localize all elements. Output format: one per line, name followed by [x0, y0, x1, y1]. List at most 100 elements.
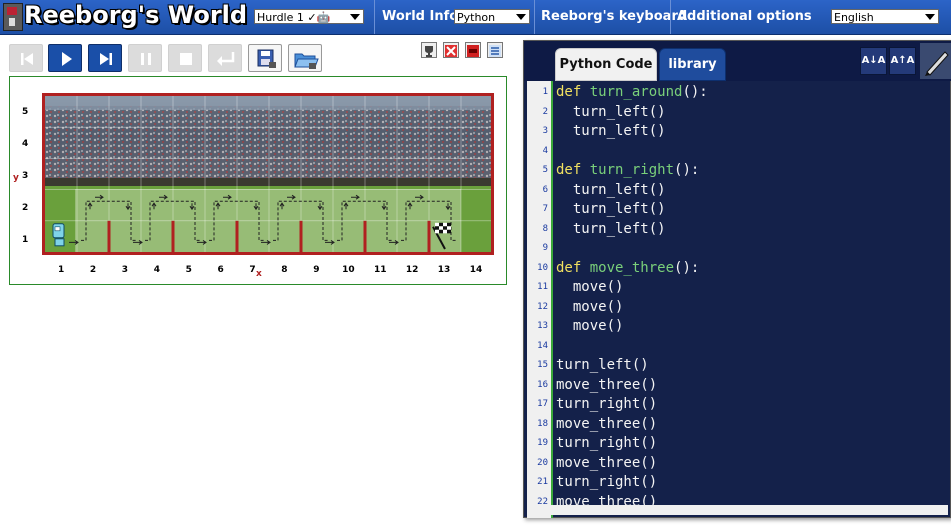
stadium-roof — [45, 96, 491, 110]
menu-divider — [534, 0, 535, 34]
hurdle-wall — [427, 220, 431, 252]
decrease-font-button[interactable]: A↓A — [860, 47, 887, 75]
code-line: turn_left() — [556, 357, 649, 373]
erase-button[interactable] — [443, 42, 459, 58]
code-line: move_three() — [556, 454, 658, 471]
programming-language-select[interactable]: Python — [454, 9, 530, 24]
line-number: 18 — [537, 418, 548, 429]
line-number: 2 — [542, 106, 548, 117]
code-editor-panel: Python Code library A↓A A↑A 1 2 3 4 5 6 7 8 9 10 1… — [523, 40, 951, 518]
reeborg-robot-icon — [52, 223, 65, 247]
hurdle-wall — [363, 220, 367, 252]
reload-button[interactable] — [208, 44, 242, 72]
reeborg-logo-icon — [3, 3, 23, 31]
world-info-link[interactable]: World Info — [382, 9, 458, 24]
flag-square — [443, 229, 447, 234]
step-button[interactable] — [88, 44, 122, 72]
line-number: 14 — [537, 340, 548, 351]
x-tick-label: 1 — [58, 265, 65, 275]
x-tick-label: 8 — [281, 265, 288, 275]
open-file-button[interactable] — [288, 44, 322, 72]
line-number: 21 — [537, 477, 548, 487]
reverse-step-icon — [21, 53, 33, 65]
code-line: def turn_right(): — [556, 162, 699, 178]
code-line: def move_three(): — [556, 260, 699, 276]
run-button[interactable] — [48, 44, 82, 72]
x-tick-label: 6 — [217, 265, 224, 275]
function-name-token: turn_around — [589, 84, 683, 100]
flag-square — [443, 222, 447, 227]
code-line: def turn_around(): — [556, 84, 708, 100]
stadium-crowd — [45, 106, 491, 178]
code-line: turn_left() — [556, 123, 666, 139]
pencil-icon — [925, 51, 949, 76]
x-tick-label: 14 — [469, 265, 483, 275]
x-tick-label: 4 — [153, 265, 160, 275]
pause-button[interactable] — [128, 44, 162, 72]
trophy-button[interactable] — [421, 42, 437, 58]
edit-mode-button[interactable] — [920, 43, 951, 79]
code-line: move_three() — [556, 415, 658, 432]
chevron-down-icon — [516, 14, 526, 20]
world-select-value: Hurdle 1 ✓🤖 — [257, 11, 331, 24]
line-number: 4 — [542, 145, 548, 156]
code-line: turn_right() — [556, 474, 658, 490]
code-line: move() — [556, 298, 624, 315]
code-line: turn_right() — [556, 435, 658, 451]
line-number: 3 — [542, 126, 548, 136]
line-number: 10 — [537, 262, 548, 273]
menu-divider — [670, 0, 671, 34]
save-file-button[interactable] — [248, 44, 282, 72]
code-line: turn_left() — [556, 220, 666, 237]
trophy-icon — [425, 46, 433, 57]
world-canvas[interactable] — [42, 93, 494, 255]
x-tick-label: 10 — [342, 265, 355, 275]
erase-icon — [445, 45, 457, 57]
tab-library[interactable]: library — [659, 48, 726, 81]
reeborg-keyboard-link[interactable]: Reeborg's keyboard — [541, 9, 687, 24]
x-tick-label: 11 — [374, 265, 387, 275]
code-area[interactable]: def turn_around(): turn_left() turn_left… — [553, 81, 949, 505]
hurdle-wall — [171, 220, 175, 252]
code-line: turn_right() — [556, 396, 658, 412]
x-tick-label: 12 — [405, 265, 419, 275]
language-select-value: Python — [457, 11, 496, 24]
robot-eye — [54, 226, 61, 232]
additional-options-link[interactable]: Additional options — [677, 9, 812, 24]
code-line: turn_left() — [556, 181, 666, 198]
stop-icon — [180, 53, 192, 65]
ui-language-select[interactable]: English — [831, 9, 939, 24]
line-number: 9 — [542, 243, 548, 253]
code-line: move_three() — [556, 493, 658, 506]
pause-icon — [141, 53, 151, 65]
return-arrow-icon — [217, 52, 235, 66]
tab-python-code[interactable]: Python Code — [555, 48, 657, 81]
reverse-step-button[interactable] — [9, 44, 43, 72]
y-tick-label: 5 — [22, 107, 29, 118]
x-tick-label: 7 — [249, 265, 256, 275]
y-tick-label: 1 — [22, 235, 29, 245]
flag-button[interactable] — [465, 42, 481, 58]
flag-square — [439, 222, 443, 227]
checkered-flag — [435, 222, 451, 234]
world-select[interactable]: Hurdle 1 ✓🤖 — [254, 9, 364, 24]
line-number: 8 — [542, 223, 548, 234]
stop-button[interactable] — [168, 44, 202, 72]
hurdle-wall — [107, 220, 111, 252]
code-line: turn_left() — [556, 103, 666, 120]
chevron-down-icon — [350, 14, 360, 20]
hurdle-wall — [235, 220, 239, 252]
list-button[interactable] — [487, 42, 503, 58]
code-line: move() — [556, 279, 624, 295]
flag-square — [435, 226, 439, 230]
keyword-token: def — [556, 84, 590, 100]
punctuation-token: (): — [682, 84, 708, 100]
punctuation-token: (): — [674, 259, 700, 276]
flag-square — [447, 226, 451, 230]
horizontal-scrollbar[interactable] — [527, 505, 948, 515]
flag-square — [447, 222, 451, 227]
line-number: 16 — [537, 379, 548, 390]
code-line: turn_left() — [556, 201, 666, 217]
increase-font-button[interactable]: A↑A — [889, 47, 916, 75]
x-axis-label: x — [256, 269, 262, 279]
